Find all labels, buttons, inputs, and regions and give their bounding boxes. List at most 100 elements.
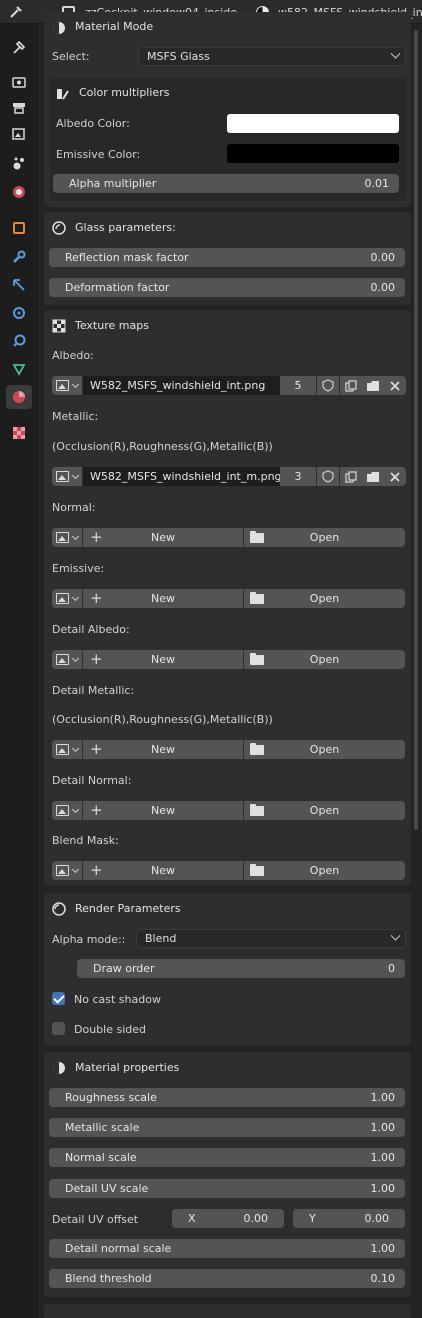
particles-tab[interactable] — [6, 273, 32, 297]
fake-user-shield-icon[interactable] — [317, 467, 339, 486]
new-image-button[interactable]: + New — [83, 650, 243, 669]
detail-uv-offset-x-field[interactable]: X 0.00 — [172, 1209, 284, 1228]
fake-user-shield-icon[interactable] — [317, 376, 339, 395]
normal-label: Normal: — [52, 501, 96, 514]
glass-parameters-panel: Glass parameters: Reflection mask factor… — [44, 212, 411, 305]
albedo-color-swatch[interactable] — [227, 114, 399, 133]
image-icon — [56, 654, 69, 665]
open-image-button[interactable]: Open — [244, 589, 405, 608]
metallic-scale-value: 1.00 — [370, 1121, 396, 1134]
tool-tab[interactable] — [6, 36, 32, 60]
detail-metallic-texture-row: + New Open — [52, 740, 405, 759]
next-panel — [44, 1304, 411, 1318]
metallic-scale-label: Metallic scale — [65, 1121, 140, 1134]
view-layer-tab[interactable] — [6, 122, 32, 146]
alpha-mode-label: Alpha mode:: — [52, 933, 126, 946]
albedo-user-count[interactable]: 5 — [280, 376, 316, 395]
view-layer-icon — [12, 128, 25, 140]
vertical-scrollbar[interactable] — [414, 30, 418, 830]
detail-uv-offset-y-field[interactable]: Y 0.00 — [293, 1209, 405, 1228]
normal-scale-field[interactable]: Normal scale 1.00 — [49, 1148, 405, 1167]
constraints-tab[interactable] — [6, 329, 32, 353]
unlink-close-icon[interactable] — [384, 376, 406, 395]
checker-icon — [52, 319, 66, 333]
data-tab[interactable] — [6, 357, 32, 381]
emissive-label: Emissive: — [52, 562, 105, 575]
detail-normal-scale-label: Detail normal scale — [65, 1242, 172, 1255]
material-tab[interactable] — [6, 385, 32, 409]
detail-albedo-texture-row: + New Open — [52, 650, 405, 669]
new-image-button[interactable]: + New — [83, 528, 243, 547]
image-browse-button[interactable] — [52, 589, 82, 608]
folder-open-icon[interactable] — [362, 376, 384, 395]
image-icon — [56, 593, 69, 604]
reflection-mask-factor-value: 0.00 — [370, 251, 396, 264]
chevron-down-icon — [390, 48, 401, 59]
open-image-button[interactable]: Open — [244, 801, 405, 820]
deformation-factor-value: 0.00 — [370, 281, 396, 294]
new-image-button[interactable]: + New — [83, 740, 243, 759]
alpha-mode-select[interactable]: Blend — [136, 929, 406, 948]
plus-icon: + — [90, 650, 103, 668]
color-palette-icon — [56, 87, 70, 101]
alpha-multiplier-field[interactable]: Alpha multiplier 0.01 — [53, 174, 399, 193]
open-image-button[interactable]: Open — [244, 528, 405, 547]
scene-tab[interactable] — [6, 151, 32, 175]
detail-uv-scale-field[interactable]: Detail UV scale 1.00 — [49, 1179, 405, 1198]
texture-tab[interactable] — [6, 421, 32, 445]
image-browse-button[interactable] — [52, 650, 82, 669]
metallic-user-count[interactable]: 3 — [280, 467, 316, 486]
tool-settings-icon[interactable] — [8, 4, 32, 20]
blend-threshold-field[interactable]: Blend threshold 0.10 — [49, 1269, 405, 1288]
albedo-label: Albedo: — [52, 349, 94, 362]
modifier-tab[interactable] — [6, 245, 32, 269]
world-tab[interactable] — [6, 180, 32, 204]
folder-open-icon[interactable] — [362, 467, 384, 486]
detail-normal-scale-field[interactable]: Detail normal scale 1.00 — [49, 1239, 405, 1258]
blend-threshold-label: Blend threshold — [65, 1272, 152, 1285]
open-image-button[interactable]: Open — [244, 740, 405, 759]
image-icon — [56, 744, 69, 755]
normal-scale-value: 1.00 — [370, 1151, 396, 1164]
image-browse-button[interactable] — [52, 467, 82, 486]
chevron-down-icon — [71, 532, 80, 540]
output-tab[interactable] — [6, 96, 32, 120]
metallic-scale-field[interactable]: Metallic scale 1.00 — [49, 1118, 405, 1137]
new-image-button[interactable]: + New — [83, 589, 243, 608]
image-browse-button[interactable] — [52, 861, 82, 880]
new-image-button[interactable]: + New — [83, 861, 243, 880]
detail-metallic-label: Detail Metallic: — [52, 684, 135, 697]
duplicate-icon[interactable] — [340, 467, 362, 486]
x-axis-label: X — [188, 1212, 196, 1225]
double-sided-checkbox[interactable] — [52, 1022, 65, 1035]
unlink-close-icon[interactable] — [384, 467, 406, 486]
open-image-button[interactable]: Open — [244, 650, 405, 669]
image-browse-button[interactable] — [52, 801, 82, 820]
reflection-mask-factor-field[interactable]: Reflection mask factor 0.00 — [49, 248, 405, 267]
deformation-factor-field[interactable]: Deformation factor 0.00 — [49, 278, 405, 297]
render-parameters-title: Render Parameters — [75, 902, 181, 915]
chevron-down-icon — [71, 654, 80, 662]
roughness-scale-field[interactable]: Roughness scale 1.00 — [49, 1088, 405, 1107]
no-cast-shadow-label: No cast shadow — [74, 993, 161, 1006]
image-icon — [56, 805, 69, 816]
object-tab[interactable] — [6, 216, 32, 240]
open-image-button[interactable]: Open — [244, 861, 405, 880]
metallic-texture-name[interactable]: W582_MSFS_windshield_int_m.png — [83, 467, 282, 486]
emissive-color-swatch[interactable] — [227, 144, 399, 163]
material-mode-select[interactable]: MSFS Glass — [138, 47, 406, 66]
image-browse-button[interactable] — [52, 528, 82, 547]
render-tab[interactable] — [6, 70, 32, 94]
image-icon — [56, 532, 69, 543]
image-browse-button[interactable] — [52, 376, 82, 395]
albedo-texture-name[interactable]: W582_MSFS_windshield_int.png — [83, 376, 280, 395]
draw-order-field[interactable]: Draw order 0 — [77, 959, 405, 978]
physics-tab[interactable] — [6, 301, 32, 325]
chevron-down-icon — [71, 744, 80, 752]
no-cast-shadow-checkbox[interactable] — [52, 992, 65, 1005]
new-image-button[interactable]: + New — [83, 801, 243, 820]
folder-icon — [250, 864, 264, 876]
color-multipliers-subpanel: Color multipliers Albedo Color: Emissive… — [50, 78, 406, 201]
image-browse-button[interactable] — [52, 740, 82, 759]
duplicate-icon[interactable] — [340, 376, 362, 395]
